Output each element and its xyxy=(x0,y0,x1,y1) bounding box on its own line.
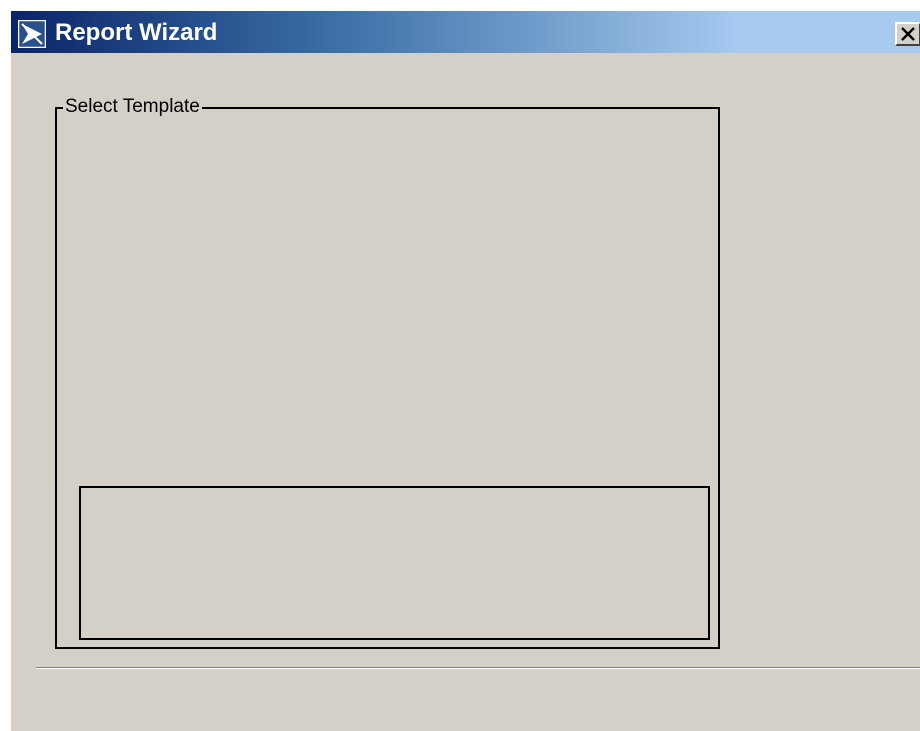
footer-separator xyxy=(36,667,920,669)
template-description-box xyxy=(79,486,710,640)
select-template-legend: Select Template xyxy=(63,96,202,118)
window-title: Report Wizard xyxy=(55,19,218,46)
report-wizard-dialog: Report Wizard Select Template xyxy=(10,10,920,731)
close-button[interactable] xyxy=(895,22,920,46)
select-template-group: Select Template xyxy=(55,96,720,649)
report-wizard-app-icon xyxy=(17,19,47,49)
title-bar[interactable]: Report Wizard xyxy=(11,11,920,53)
close-icon xyxy=(901,27,915,41)
